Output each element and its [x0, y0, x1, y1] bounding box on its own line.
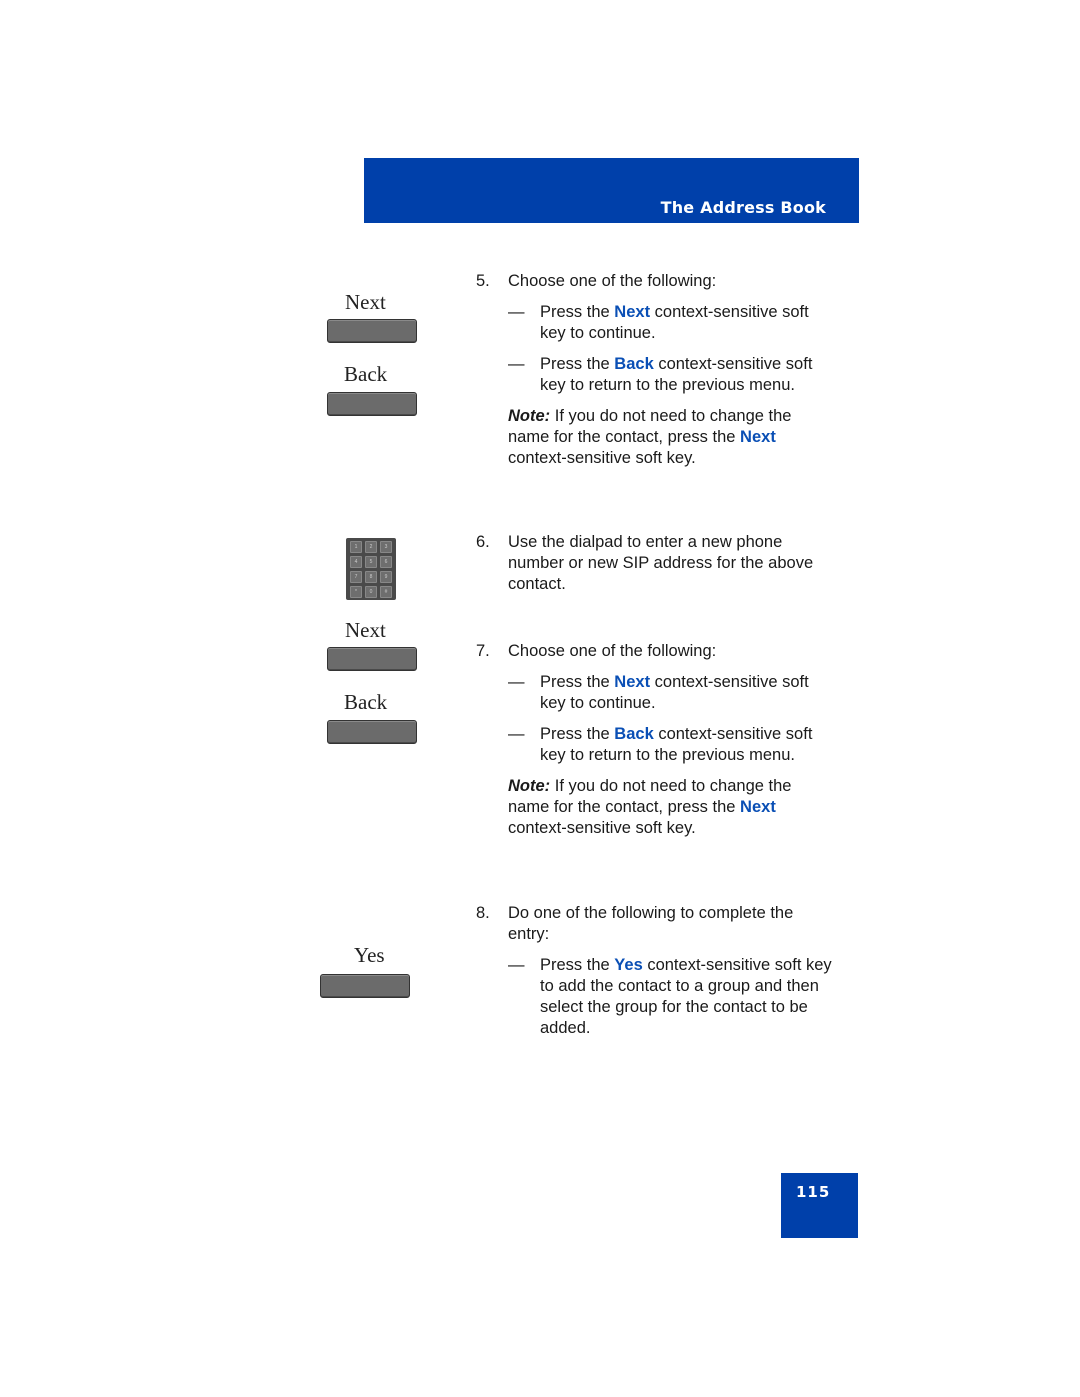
dialpad-key: 9 — [380, 571, 392, 583]
option-back: — Press the Back context-sensitive soft … — [508, 354, 836, 396]
back-softkey-icon — [327, 720, 417, 744]
dialpad-key: 4 — [350, 556, 362, 568]
option-next: — Press the Next context-sensitive soft … — [508, 302, 836, 344]
dialpad-key: * — [350, 586, 362, 598]
dialpad-key: 5 — [365, 556, 377, 568]
step-7: 7. Choose one of the following: — Press … — [476, 641, 836, 839]
keyword-next: Next — [614, 303, 651, 321]
note-label: Note: — [508, 407, 551, 425]
keyword-next: Next — [614, 673, 651, 691]
next-softkey-icon — [327, 647, 417, 671]
keyword-back: Back — [614, 725, 654, 743]
option-text: Press the — [540, 303, 615, 321]
page-number-box: 115 — [781, 1173, 858, 1238]
note: Note: If you do not need to change the n… — [508, 406, 836, 469]
softkey-label-next: Next — [345, 618, 386, 642]
step-6: 6. Use the dialpad to enter a new phone … — [476, 532, 836, 595]
dash: — — [508, 303, 525, 321]
softkey-label-back: Back — [344, 362, 388, 386]
softkey-label-next: Next — [345, 290, 386, 314]
step-number: 6. — [476, 533, 490, 551]
dash: — — [508, 725, 525, 743]
back-softkey-icon — [327, 392, 417, 416]
note-text: context-sensitive soft key. — [508, 819, 696, 837]
option-text: Press the — [540, 673, 615, 691]
option-text: Press the — [540, 956, 615, 974]
note-label: Note: — [508, 777, 551, 795]
yes-softkey-icon — [320, 974, 410, 998]
step-text: Choose one of the following: — [508, 272, 717, 290]
option-text: Press the — [540, 355, 615, 373]
chapter-header-bar: The Address Book — [364, 158, 859, 223]
keyword-next: Next — [740, 428, 776, 446]
option-yes: — Press the Yes context-sensitive soft k… — [508, 955, 836, 1039]
step-5: 5. Choose one of the following: — Press … — [476, 271, 836, 469]
keyword-next: Next — [740, 798, 776, 816]
dash: — — [508, 673, 525, 691]
dialpad-icon: 1 2 3 4 5 6 7 8 9 * 0 # — [346, 538, 396, 600]
step-number: 7. — [476, 642, 490, 660]
note: Note: If you do not need to change the n… — [508, 776, 836, 839]
option-back: — Press the Back context-sensitive soft … — [508, 724, 836, 766]
dialpad-key: # — [380, 586, 392, 598]
next-softkey-icon — [327, 319, 417, 343]
dialpad-key: 7 — [350, 571, 362, 583]
dialpad-key: 0 — [365, 586, 377, 598]
dash: — — [508, 355, 525, 373]
page-number: 115 — [796, 1183, 831, 1201]
step-text: Use the dialpad to enter a new phone num… — [508, 533, 814, 593]
keyword-yes: Yes — [614, 956, 643, 974]
step-number: 5. — [476, 272, 490, 290]
dash: — — [508, 956, 525, 974]
dialpad-key: 2 — [365, 541, 377, 553]
dialpad-key: 3 — [380, 541, 392, 553]
chapter-title: The Address Book — [660, 198, 826, 217]
note-text: context-sensitive soft key. — [508, 449, 696, 467]
option-text: Press the — [540, 725, 615, 743]
dialpad-key: 6 — [380, 556, 392, 568]
softkey-label-yes: Yes — [354, 943, 385, 967]
step-text: Do one of the following to complete the … — [508, 904, 794, 943]
dialpad-key: 1 — [350, 541, 362, 553]
option-next: — Press the Next context-sensitive soft … — [508, 672, 836, 714]
keyword-back: Back — [614, 355, 654, 373]
dialpad-key: 8 — [365, 571, 377, 583]
step-number: 8. — [476, 904, 490, 922]
step-text: Choose one of the following: — [508, 642, 717, 660]
softkey-label-back: Back — [344, 690, 388, 714]
step-8: 8. Do one of the following to complete t… — [476, 903, 836, 1039]
